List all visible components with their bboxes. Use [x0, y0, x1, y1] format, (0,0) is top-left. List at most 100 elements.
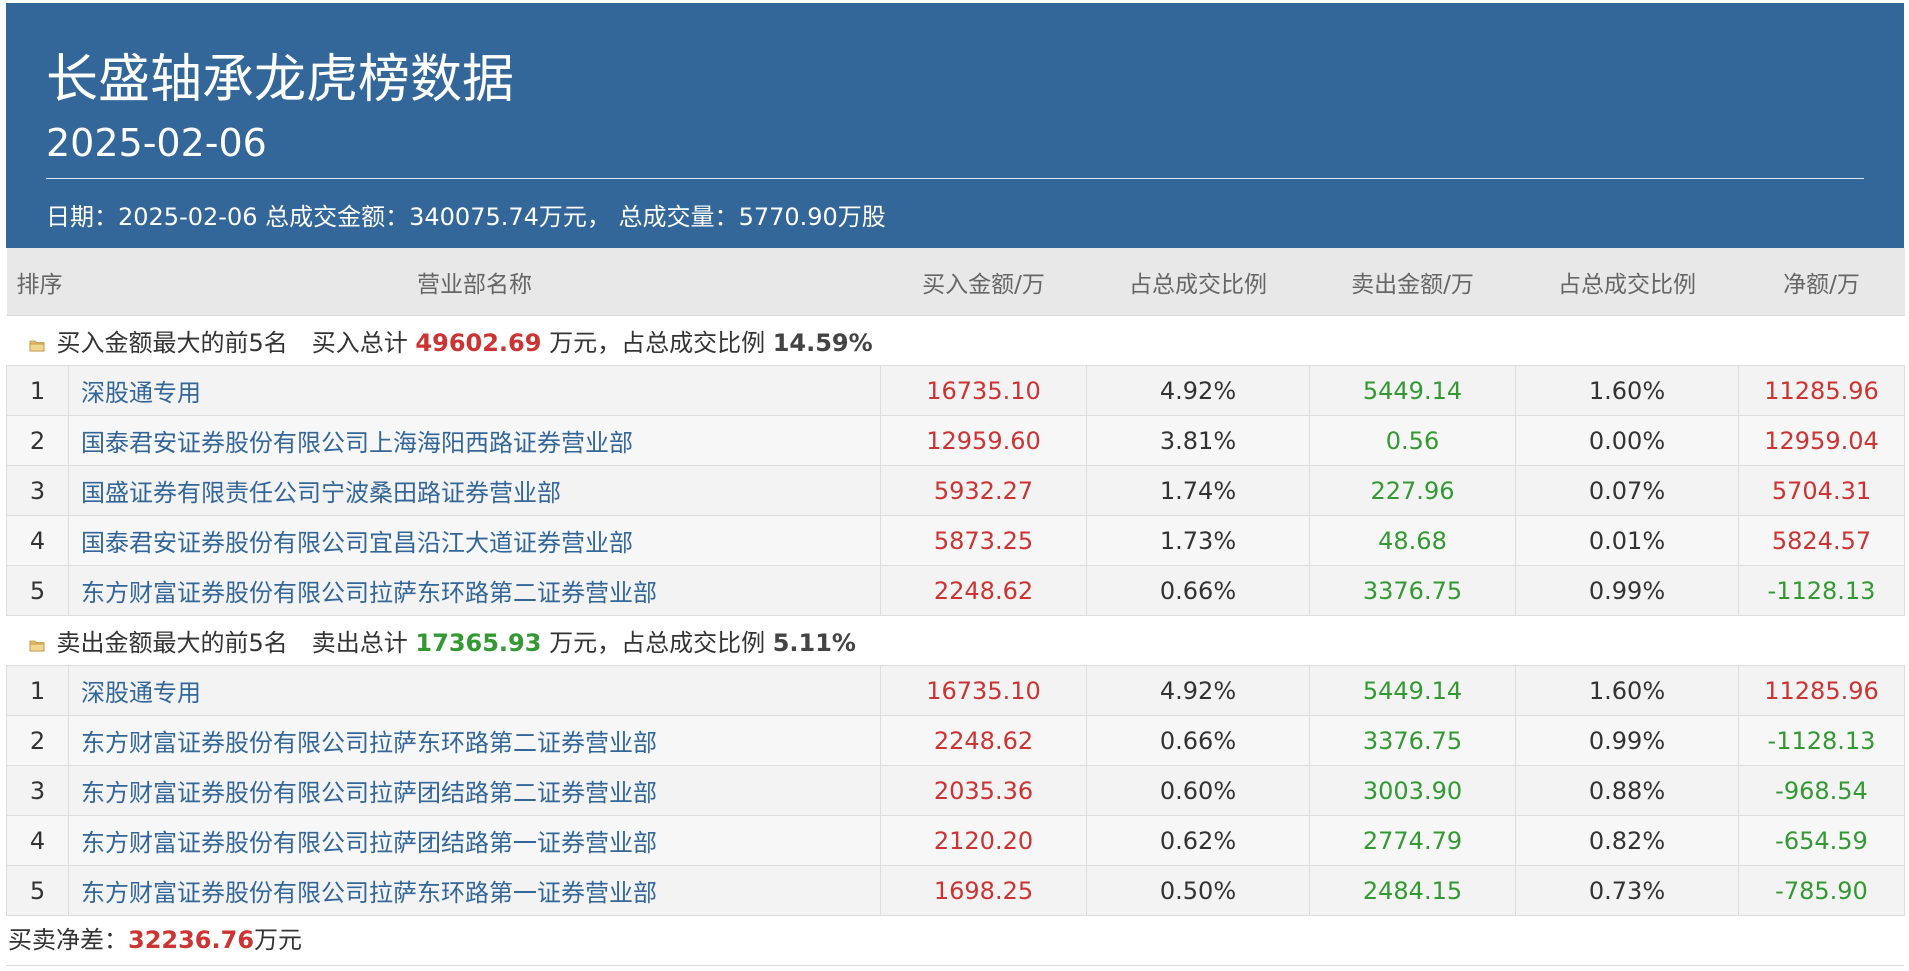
- column-header-sell: 卖出金额/万: [1309, 248, 1516, 316]
- cell-buy-pct: 0.50%: [1086, 865, 1310, 916]
- table-row[interactable]: 2 国泰君安证券股份有限公司上海海阳西路证券营业部 12959.60 3.81% 0.5…: [6, 415, 1905, 466]
- cell-branch-name[interactable]: 深股通专用: [68, 665, 881, 716]
- cell-rank: 5: [6, 565, 69, 616]
- column-header-net: 净额/万: [1738, 248, 1905, 316]
- cell-buy-amount: 2248.62: [880, 565, 1087, 616]
- section-heading: 买入金额最大的前5名 买入总计 49602.69 万元，占总成交比例 14.59…: [6, 315, 1905, 366]
- cell-buy-amount: 16735.10: [880, 365, 1087, 416]
- cell-buy-pct: 1.74%: [1086, 465, 1310, 516]
- table-row[interactable]: 5 东方财富证券股份有限公司拉萨东环路第二证券营业部 2248.62 0.66% 337…: [6, 565, 1905, 616]
- cell-buy-amount: 12959.60: [880, 415, 1087, 466]
- summary-date: 2025-02-06: [118, 203, 258, 231]
- cell-net-amount: 12959.04: [1738, 415, 1905, 466]
- cell-sell-amount: 227.96: [1309, 465, 1516, 516]
- cell-buy-pct: 0.62%: [1086, 815, 1310, 866]
- folder-icon: [29, 640, 44, 652]
- cell-rank: 4: [6, 815, 69, 866]
- cell-sell-amount: 2484.15: [1309, 865, 1516, 916]
- cell-buy-amount: 1698.25: [880, 865, 1087, 916]
- sell-section-heading-row: 卖出金额最大的前5名 卖出总计 17365.93 万元，占总成交比例 5.11%: [6, 615, 1905, 666]
- net-difference-label: 买卖净差：: [8, 926, 128, 954]
- cell-sell-pct: 1.60%: [1515, 665, 1739, 716]
- cell-net-amount: -654.59: [1738, 815, 1905, 866]
- cell-net-amount: -968.54: [1738, 765, 1905, 816]
- cell-sell-amount: 2774.79: [1309, 815, 1516, 866]
- table-row[interactable]: 4 国泰君安证券股份有限公司宜昌沿江大道证券营业部 5873.25 1.73% 48.6…: [6, 515, 1905, 566]
- summary-volume: 5770.90万股: [738, 203, 886, 231]
- cell-sell-pct: 0.88%: [1515, 765, 1739, 816]
- cell-sell-pct: 0.99%: [1515, 565, 1739, 616]
- cell-buy-pct: 0.66%: [1086, 715, 1310, 766]
- section-label: 买入金额最大的前5名: [56, 329, 288, 357]
- section-unit-text: 万元，占总成交比例: [549, 629, 766, 657]
- cell-branch-name[interactable]: 国盛证券有限责任公司宁波桑田路证券营业部: [68, 465, 881, 516]
- table-row[interactable]: 1 深股通专用 16735.10 4.92% 5449.14 1.60% 11285.96: [6, 665, 1905, 716]
- table-row[interactable]: 2 东方财富证券股份有限公司拉萨东环路第二证券营业部 2248.62 0.66% 337…: [6, 715, 1905, 766]
- cell-sell-pct: 0.01%: [1515, 515, 1739, 566]
- cell-branch-name[interactable]: 国泰君安证券股份有限公司上海海阳西路证券营业部: [68, 415, 881, 466]
- cell-rank: 2: [6, 415, 69, 466]
- summary-date-label: 日期：: [46, 203, 118, 231]
- section-total-label: 卖出总计: [311, 629, 408, 657]
- table-row[interactable]: 4 东方财富证券股份有限公司拉萨团结路第一证券营业部 2120.20 0.62% 277…: [6, 815, 1905, 866]
- cell-buy-amount: 2035.36: [880, 765, 1087, 816]
- table-row[interactable]: 3 东方财富证券股份有限公司拉萨团结路第二证券营业部 2035.36 0.60% 300…: [6, 765, 1905, 816]
- page-title: 长盛轴承龙虎榜数据: [46, 50, 515, 110]
- header-divider: [46, 178, 1864, 179]
- cell-buy-amount: 5873.25: [880, 515, 1087, 566]
- cell-branch-name[interactable]: 东方财富证券股份有限公司拉萨东环路第二证券营业部: [68, 715, 881, 766]
- cell-rank: 1: [6, 365, 69, 416]
- cell-sell-amount: 3003.90: [1309, 765, 1516, 816]
- dragon-tiger-table: 排序 营业部名称 买入金额/万 占总成交比例 卖出金额/万 占总成交比例 净额/…: [6, 248, 1905, 916]
- cell-net-amount: -785.90: [1738, 865, 1905, 916]
- cell-buy-pct: 3.81%: [1086, 415, 1310, 466]
- cell-net-amount: 5704.31: [1738, 465, 1905, 516]
- cell-rank: 4: [6, 515, 69, 566]
- cell-rank: 5: [6, 865, 69, 916]
- cell-rank: 3: [6, 465, 69, 516]
- cell-branch-name[interactable]: 国泰君安证券股份有限公司宜昌沿江大道证券营业部: [68, 515, 881, 566]
- section-label: 卖出金额最大的前5名: [56, 629, 288, 657]
- section-total-value: 49602.69: [415, 329, 542, 357]
- cell-sell-pct: 0.73%: [1515, 865, 1739, 916]
- cell-sell-amount: 3376.75: [1309, 715, 1516, 766]
- page-header: 长盛轴承龙虎榜数据 2025-02-06 日期：2025-02-06 总成交金额…: [6, 3, 1904, 248]
- net-difference-unit: 万元: [254, 926, 303, 954]
- cell-sell-pct: 0.00%: [1515, 415, 1739, 466]
- cell-buy-amount: 5932.27: [880, 465, 1087, 516]
- cell-branch-name[interactable]: 东方财富证券股份有限公司拉萨团结路第一证券营业部: [68, 815, 881, 866]
- summary-amount: 340075.74万元，: [409, 203, 611, 231]
- cell-rank: 3: [6, 765, 69, 816]
- buy-section-heading-row: 买入金额最大的前5名 买入总计 49602.69 万元，占总成交比例 14.59…: [6, 315, 1905, 366]
- table-row[interactable]: 5 东方财富证券股份有限公司拉萨东环路第一证券营业部 1698.25 0.50% 248…: [6, 865, 1905, 916]
- cell-branch-name[interactable]: 东方财富证券股份有限公司拉萨东环路第二证券营业部: [68, 565, 881, 616]
- column-header-name: 营业部名称: [68, 248, 881, 316]
- cell-net-amount: 11285.96: [1738, 665, 1905, 716]
- cell-sell-amount: 3376.75: [1309, 565, 1516, 616]
- cell-branch-name[interactable]: 东方财富证券股份有限公司拉萨团结路第二证券营业部: [68, 765, 881, 816]
- section-heading: 卖出金额最大的前5名 卖出总计 17365.93 万元，占总成交比例 5.11%: [6, 615, 1905, 666]
- section-pct-value: 5.11%: [772, 629, 856, 657]
- cell-sell-pct: 1.60%: [1515, 365, 1739, 416]
- cell-buy-amount: 2248.62: [880, 715, 1087, 766]
- column-header-rank: 排序: [6, 248, 69, 316]
- cell-sell-pct: 0.99%: [1515, 715, 1739, 766]
- cell-net-amount: -1128.13: [1738, 715, 1905, 766]
- cell-sell-amount: 5449.14: [1309, 365, 1516, 416]
- cell-sell-pct: 0.82%: [1515, 815, 1739, 866]
- table-row[interactable]: 1 深股通专用 16735.10 4.92% 5449.14 1.60% 11285.96: [6, 365, 1905, 416]
- cell-branch-name[interactable]: 东方财富证券股份有限公司拉萨东环路第一证券营业部: [68, 865, 881, 916]
- table-header-row: 排序 营业部名称 买入金额/万 占总成交比例 卖出金额/万 占总成交比例 净额/…: [6, 248, 1905, 316]
- cell-rank: 1: [6, 665, 69, 716]
- cell-net-amount: 11285.96: [1738, 365, 1905, 416]
- summary-volume-label: 总成交量：: [610, 203, 739, 231]
- cell-buy-amount: 2120.20: [880, 815, 1087, 866]
- column-header-buy: 买入金额/万: [880, 248, 1087, 316]
- section-pct-value: 14.59%: [772, 329, 873, 357]
- column-header-buy-pct: 占总成交比例: [1086, 248, 1310, 316]
- cell-sell-amount: 0.56: [1309, 415, 1516, 466]
- cell-buy-pct: 0.60%: [1086, 765, 1310, 816]
- net-difference: 买卖净差：32236.76万元: [6, 916, 1904, 966]
- table-row[interactable]: 3 国盛证券有限责任公司宁波桑田路证券营业部 5932.27 1.74% 227.96 0…: [6, 465, 1905, 516]
- cell-branch-name[interactable]: 深股通专用: [68, 365, 881, 416]
